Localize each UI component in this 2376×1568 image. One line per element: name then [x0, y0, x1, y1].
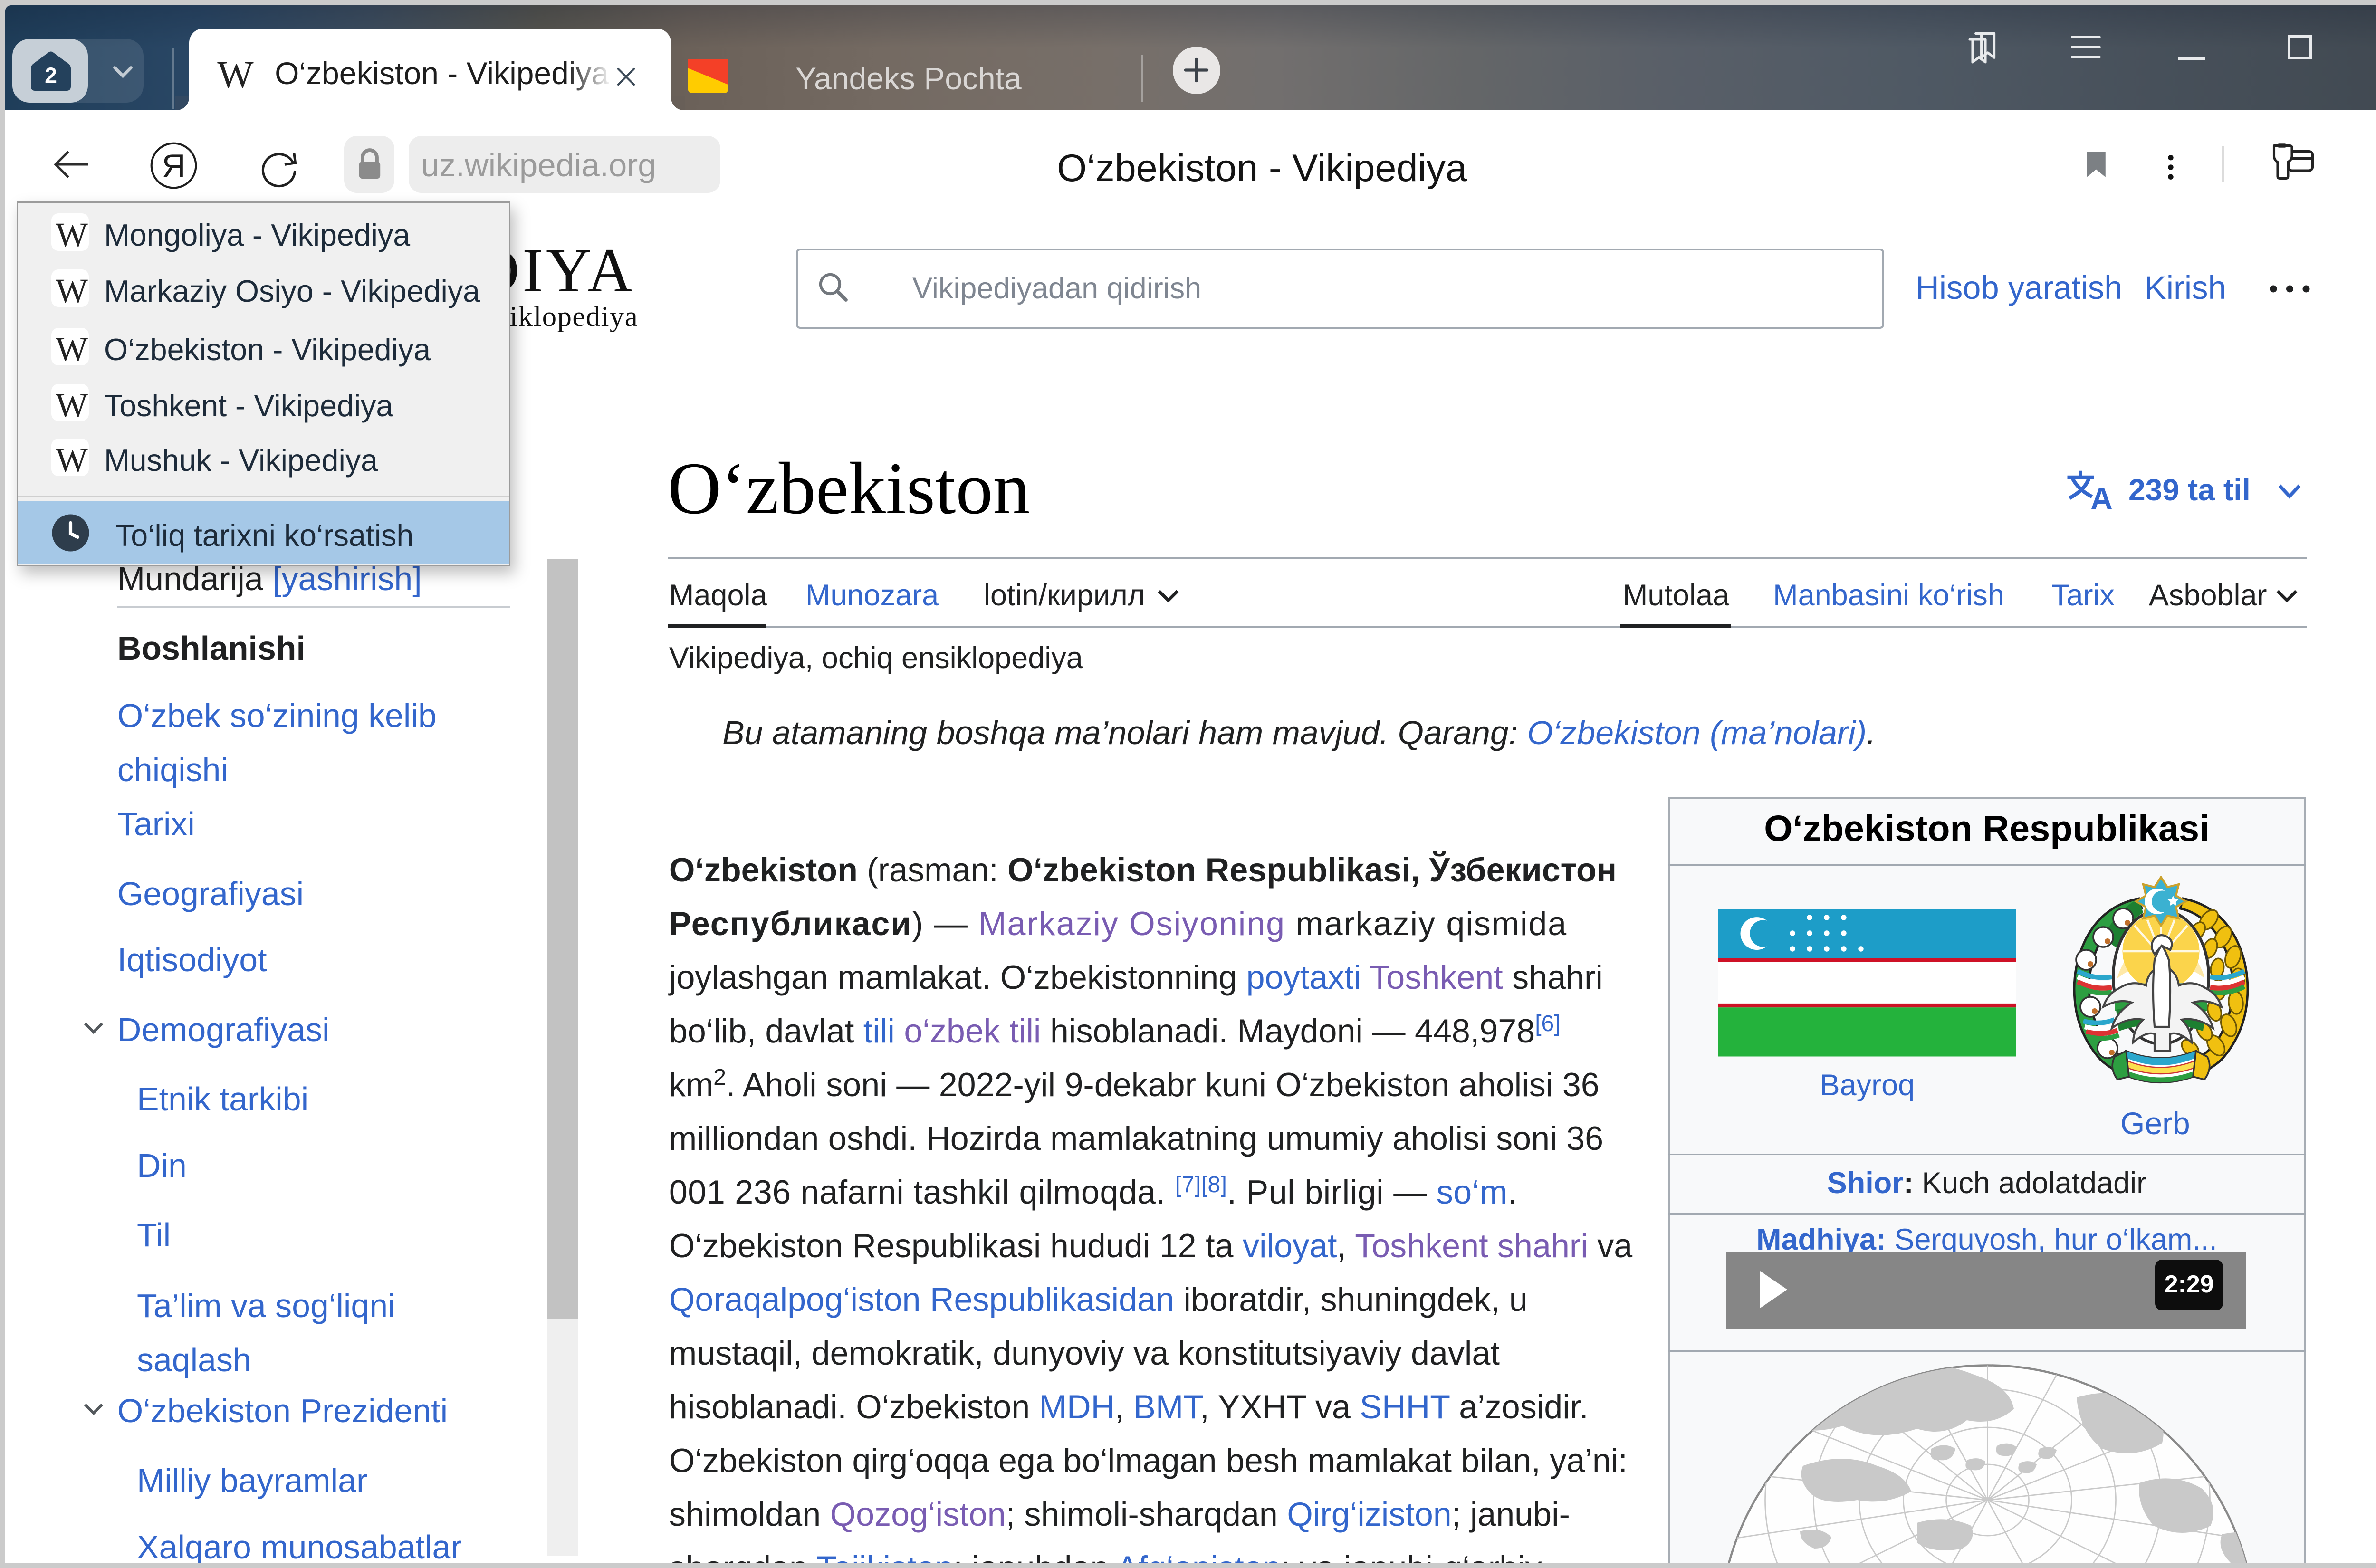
svg-text:2: 2 [45, 63, 57, 88]
svg-text:A: A [2090, 482, 2113, 515]
svg-text:W: W [217, 59, 254, 92]
svg-text:Я: Я [162, 148, 185, 184]
